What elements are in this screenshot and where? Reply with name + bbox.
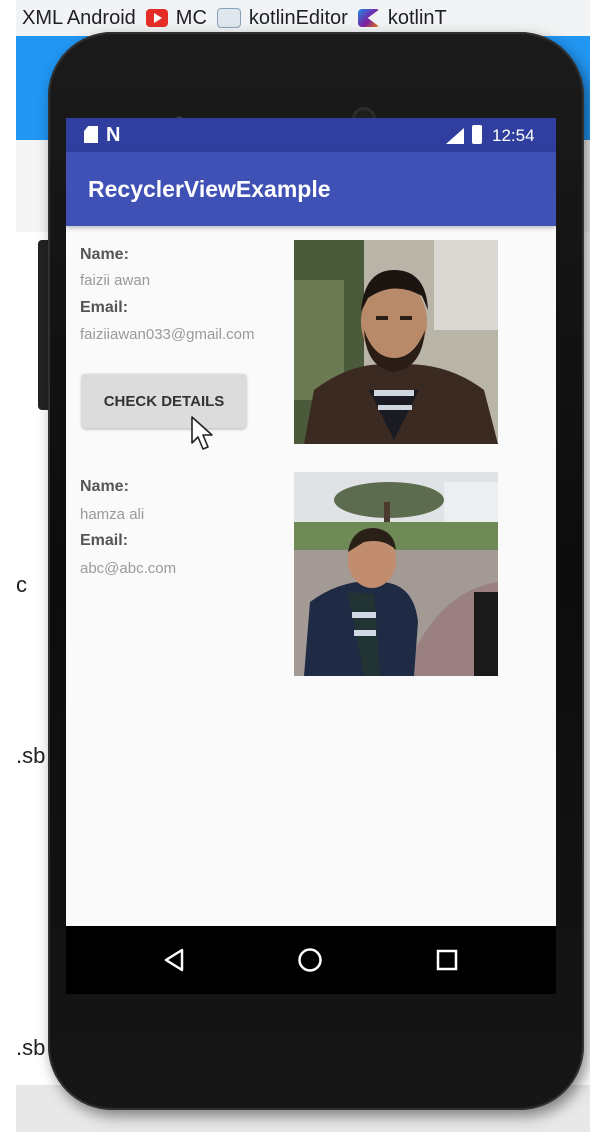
- sd-card-icon: [84, 126, 98, 143]
- recycler-list[interactable]: Name: faizii awan Email: faiziiawan033@g…: [66, 226, 556, 926]
- photo-man-brown-jacket: [294, 240, 498, 444]
- bookmark-xml-android[interactable]: XML Android: [22, 7, 136, 30]
- youtube-icon: [145, 9, 168, 27]
- battery-icon: [472, 125, 482, 144]
- status-time: 12:54: [492, 126, 535, 145]
- phone-side-button: [38, 240, 48, 410]
- email-value: abc@abc.com: [80, 560, 177, 577]
- name-label: Name:: [80, 246, 129, 263]
- email-label: Email:: [80, 532, 129, 549]
- bookmark-label: kotlinEditor: [248, 6, 348, 29]
- name-value: faizii awan: [80, 272, 151, 289]
- signal-icon: [446, 128, 464, 144]
- bookmark-mc[interactable]: MC: [145, 6, 207, 30]
- email-value: faiziiawan033@gmail.com: [80, 326, 255, 343]
- bookmark-kotlin-editor[interactable]: kotlinEditor: [216, 6, 348, 30]
- n-icon: N: [106, 124, 121, 146]
- phone-screen: N 12:54 RecyclerViewExample Name: faizii…: [66, 118, 556, 994]
- profile-photo: [294, 240, 498, 444]
- name-value: hamza ali: [80, 506, 145, 523]
- photo-man-navy-jacket: [294, 472, 498, 676]
- status-bar: N 12:54: [66, 118, 556, 152]
- app-bar: RecyclerViewExample: [66, 152, 556, 226]
- bookmark-kotlin[interactable]: kotlinT: [357, 6, 447, 30]
- email-label: Email:: [80, 299, 129, 316]
- background-text: c: [16, 572, 27, 597]
- name-label: Name:: [80, 478, 129, 495]
- kotlin-editor-icon: [216, 8, 241, 28]
- list-item[interactable]: Name: faizii awan Email: faiziiawan033@g…: [66, 240, 556, 450]
- bookmarks-bar: XML Android MC kotlinEditor kotlinT: [0, 0, 590, 36]
- navigation-bar: [66, 926, 556, 994]
- check-details-button[interactable]: CHECK DETAILS: [82, 374, 246, 428]
- app-title: RecyclerViewExample: [88, 176, 331, 202]
- recents-icon[interactable]: [433, 946, 461, 974]
- back-icon[interactable]: [160, 946, 188, 974]
- kotlin-icon: [357, 9, 380, 27]
- background-text: .sb: [16, 743, 46, 768]
- bookmark-label: XML Android: [22, 6, 136, 29]
- list-item[interactable]: Name: hamza ali Email: abc@abc.com: [66, 472, 556, 682]
- mouse-cursor-icon: [191, 416, 213, 450]
- bookmark-label: MC: [175, 6, 207, 29]
- home-icon[interactable]: [296, 946, 324, 974]
- background-left-margin: [0, 0, 16, 1132]
- profile-photo: [294, 472, 498, 676]
- bookmark-label: kotlinT: [387, 6, 447, 29]
- background-text: .sb: [16, 1035, 46, 1060]
